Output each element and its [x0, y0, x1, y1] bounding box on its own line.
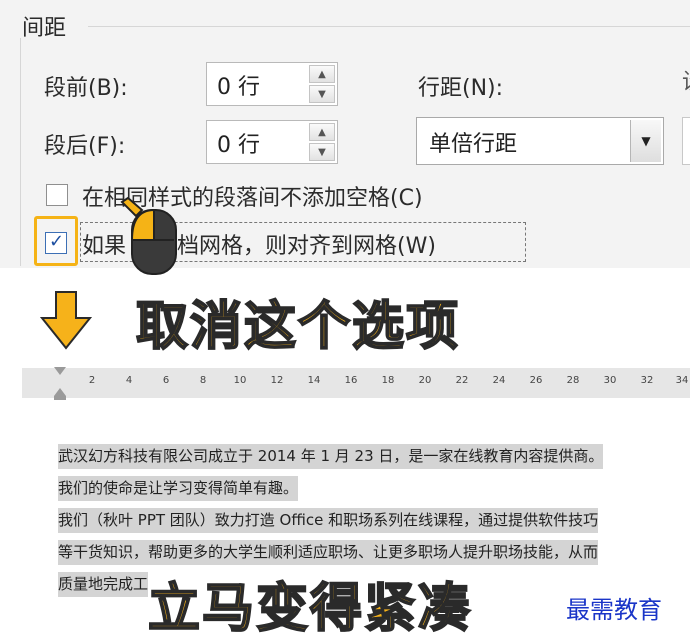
before-label: 段前(B): — [44, 76, 128, 101]
down-arrow-icon — [39, 291, 93, 350]
caption-becomes-compact: 立马变得紧凑 — [147, 578, 473, 640]
ruler-tick: 10 — [233, 375, 247, 386]
spin-up-icon[interactable]: ▲ — [309, 65, 335, 83]
ruler-tick: 8 — [199, 375, 207, 386]
ruler-tick: 4 — [125, 375, 133, 386]
setting-value-partial[interactable] — [682, 117, 690, 165]
ruler-tick: 18 — [381, 375, 395, 386]
ruler-tick: 6 — [162, 375, 170, 386]
chevron-down-icon[interactable]: ▼ — [630, 120, 661, 162]
document-line[interactable]: 我们（秋叶 PPT 团队）致力打造 Office 和职场系列在线课程，通过提供软… — [58, 508, 599, 533]
paragraph-spacing-dialog: 间距 段前(B): 0 行 ▲ ▼ 段后(F): 0 行 ▲ ▼ 行距(N): … — [0, 0, 690, 275]
spin-down-icon[interactable]: ▼ — [309, 143, 335, 161]
ruler-tick: 26 — [529, 375, 543, 386]
before-value[interactable]: 0 行 — [217, 69, 260, 101]
mouse-cursor-icon — [120, 196, 177, 275]
left-indent-marker[interactable] — [54, 396, 66, 400]
ruler-tick: 32 — [640, 375, 654, 386]
group-border-left — [20, 38, 21, 266]
ruler-tick: 12 — [270, 375, 284, 386]
caption-cancel-option: 取消这个选项 — [135, 296, 461, 358]
highlight-box — [34, 216, 78, 266]
spacing-group-title: 间距 — [22, 10, 75, 42]
ruler-tick: 24 — [492, 375, 506, 386]
ruler-tick: 14 — [307, 375, 321, 386]
line-spacing-label: 行距(N): — [418, 76, 504, 101]
ruler-tick: 28 — [566, 375, 580, 386]
ruler-tick: 16 — [344, 375, 358, 386]
document-line[interactable]: 武汉幻方科技有限公司成立于 2014 年 1 月 23 日，是一家在线教育内容提… — [58, 444, 604, 469]
setting-label-partial: 设 — [682, 64, 690, 96]
spin-down-icon[interactable]: ▼ — [309, 85, 335, 103]
first-line-indent-marker[interactable] — [54, 367, 66, 375]
ruler: 2 4 6 8 10 12 14 16 18 20 22 24 26 28 30… — [22, 367, 690, 400]
ruler-tick: 30 — [603, 375, 617, 386]
spin-up-icon[interactable]: ▲ — [309, 123, 335, 141]
ruler-tick: 22 — [455, 375, 469, 386]
after-label: 段后(F): — [44, 134, 126, 159]
before-spinner[interactable]: 0 行 ▲ ▼ — [206, 62, 338, 106]
document-line[interactable]: 等干货知识，帮助更多的大学生顺利适应职场、让更多职场人提升职场技能，从而 — [58, 540, 599, 565]
before-spinner-arrows: ▲ ▼ — [309, 65, 335, 103]
line-spacing-select[interactable]: 单倍行距 ▼ — [416, 117, 664, 165]
ruler-tick: 20 — [418, 375, 432, 386]
line-spacing-value[interactable]: 单倍行距 — [429, 126, 517, 158]
document-line[interactable]: 我们的使命是让学习变得简单有趣。 — [58, 476, 299, 501]
ruler-tick: 2 — [88, 375, 96, 386]
ruler-tick: 34 — [675, 375, 689, 386]
no-space-checkbox[interactable] — [46, 184, 68, 206]
group-border-top — [88, 26, 690, 27]
hanging-indent-marker[interactable] — [54, 388, 66, 396]
watermark-text: 最需教育 — [566, 596, 662, 624]
after-spinner[interactable]: 0 行 ▲ ▼ — [206, 120, 338, 164]
document-line[interactable]: 质量地完成工 — [58, 572, 149, 597]
after-value[interactable]: 0 行 — [217, 127, 260, 159]
after-spinner-arrows: ▲ ▼ — [309, 123, 335, 161]
